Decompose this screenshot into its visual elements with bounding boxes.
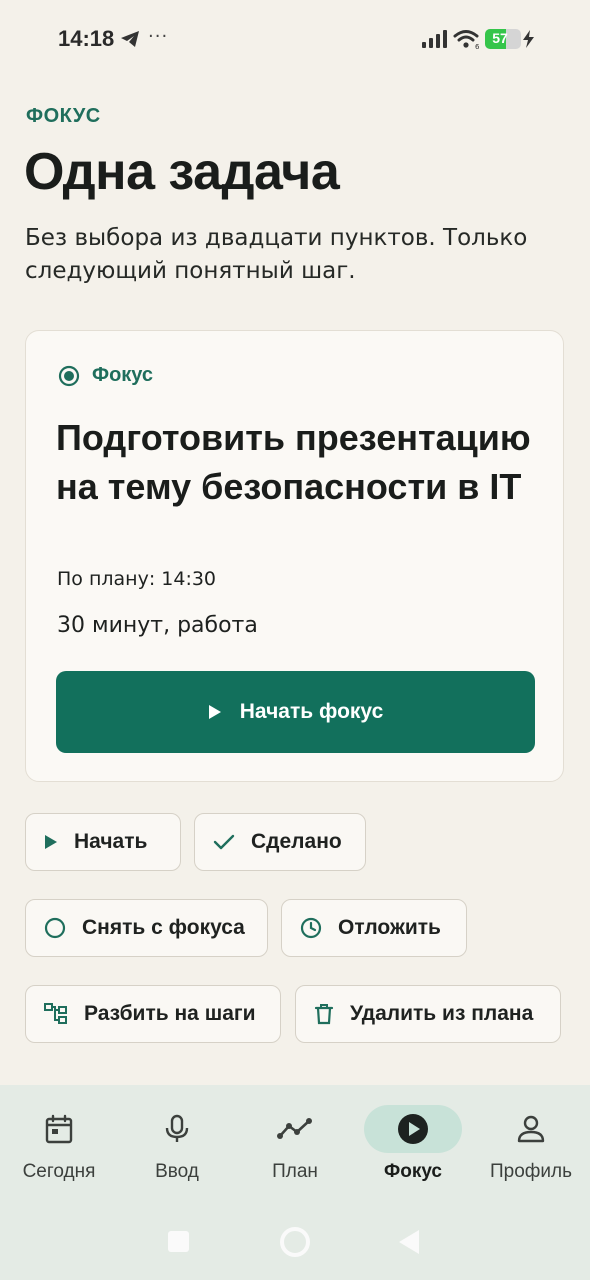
bottom-navigation: Сегодня Ввод План Фокус Профиль	[0, 1085, 590, 1280]
task-planned-time: По плану: 14:30	[57, 568, 217, 590]
focus-task-card: Фокус Подготовить презентацию на тему бе…	[25, 330, 564, 782]
split-steps-button-label: Разбить на шаги	[84, 1002, 256, 1025]
nav-label-input: Ввод	[155, 1161, 199, 1182]
nav-icon-wrap	[10, 1105, 108, 1153]
radio-selected-icon	[58, 365, 80, 386]
nav-item-profile[interactable]: Профиль	[472, 1105, 590, 1195]
nav-icon-wrap	[128, 1105, 226, 1153]
start-button-label: Начать	[74, 830, 148, 853]
system-navigation-bar	[0, 1210, 590, 1270]
battery-level: 57	[492, 30, 508, 46]
play-icon	[45, 835, 57, 849]
nav-label-today: Сегодня	[22, 1161, 96, 1182]
nav-item-today[interactable]: Сегодня	[0, 1105, 118, 1195]
trash-icon	[314, 1004, 334, 1025]
section-eyebrow: ФОКУС	[26, 105, 101, 127]
remove-from-plan-button[interactable]: Удалить из плана	[295, 985, 561, 1043]
battery-indicator: 57	[485, 29, 521, 49]
start-focus-label: Начать фокус	[239, 700, 384, 723]
charging-bolt-icon	[523, 30, 534, 48]
svg-text:6: 6	[475, 43, 480, 50]
clock-icon	[300, 917, 322, 939]
back-triangle-icon[interactable]	[398, 1229, 420, 1255]
microphone-icon	[165, 1114, 189, 1142]
split-steps-button[interactable]: Разбить на шаги	[25, 985, 281, 1043]
remove-from-plan-button-label: Удалить из плана	[350, 1002, 534, 1025]
more-icon: ···	[148, 26, 169, 47]
telegram-icon	[121, 31, 139, 47]
profile-icon	[517, 1115, 545, 1143]
done-button[interactable]: Сделано	[194, 813, 366, 871]
task-title: Подготовить презентацию на тему безопасн…	[56, 417, 531, 507]
play-circle-icon	[398, 1114, 428, 1144]
nav-label-plan: План	[272, 1161, 318, 1182]
nav-item-focus[interactable]: Фокус	[354, 1105, 472, 1195]
tree-structure-icon	[44, 1003, 67, 1024]
start-button[interactable]: Начать	[25, 813, 181, 871]
done-button-label: Сделано	[251, 830, 342, 853]
signal-icon	[422, 30, 447, 48]
postpone-button-label: Отложить	[338, 916, 441, 939]
nav-item-plan[interactable]: План	[236, 1105, 354, 1195]
page-title: Одна задача	[24, 143, 340, 201]
nav-icon-wrap	[246, 1105, 344, 1153]
trend-icon	[277, 1118, 312, 1139]
unfocus-button[interactable]: Снять с фокуса	[25, 899, 268, 957]
postpone-button[interactable]: Отложить	[281, 899, 467, 957]
calendar-icon	[45, 1114, 73, 1144]
card-label: Фокус	[58, 364, 153, 387]
nav-item-input[interactable]: Ввод	[118, 1105, 236, 1195]
status-time: 14:18	[58, 26, 115, 51]
home-button[interactable]	[280, 1227, 310, 1257]
nav-label-focus: Фокус	[384, 1161, 442, 1182]
unfocus-button-label: Снять с фокуса	[82, 916, 245, 939]
circle-icon	[44, 917, 66, 939]
nav-label-profile: Профиль	[489, 1161, 573, 1182]
task-meta: 30 минут, работа	[57, 613, 258, 638]
nav-active-pill	[364, 1105, 462, 1153]
play-icon	[208, 705, 221, 719]
nav-icon-wrap	[482, 1105, 580, 1153]
recent-apps-button[interactable]	[168, 1231, 189, 1252]
card-label-text: Фокус	[92, 364, 154, 386]
status-bar: 14:18 ··· 6 57	[0, 0, 590, 80]
page-subtitle: Без выбора из двадцати пунктов. Только с…	[25, 225, 528, 284]
checkmark-icon	[213, 834, 235, 850]
start-focus-button[interactable]: Начать фокус	[56, 671, 535, 753]
wifi-icon: 6	[453, 30, 480, 50]
